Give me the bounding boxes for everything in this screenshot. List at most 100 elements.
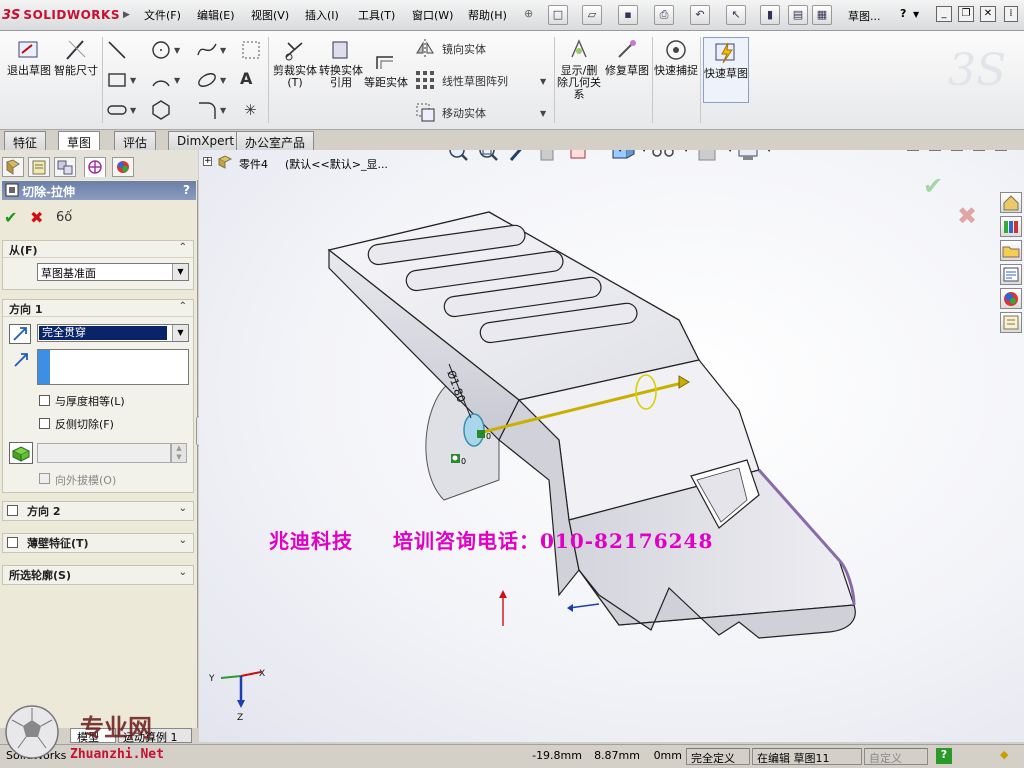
dropdown-arrow-icon[interactable]: ▼ — [172, 264, 188, 280]
graphics-area[interactable]: + 零件4 (默认<<默认>_显... ▼ ▼ ▼ ▼ ▼ ▯ ▭ _ ❐ ✕ … — [199, 150, 1024, 742]
spline-icon[interactable] — [196, 39, 218, 61]
menu-pin-icon[interactable]: ⊕ — [524, 7, 533, 20]
menu-tools[interactable]: 工具(T) — [358, 7, 395, 23]
collapse-chevron-icon[interactable]: ⌃ — [179, 242, 187, 253]
close-button[interactable]: ✕ — [980, 6, 996, 22]
display-manager-tab-icon[interactable] — [112, 157, 134, 177]
display-delete-relations-button[interactable]: 显示/删除几何关系 — [556, 37, 602, 101]
expand-chevron-icon[interactable]: ⌄ — [179, 503, 187, 514]
text-tool-icon[interactable]: A — [240, 69, 252, 88]
rebuild-icon[interactable]: ▮ — [760, 5, 780, 25]
trim-entities-button[interactable]: 剪裁实体(T) — [272, 37, 318, 89]
help-question-icon[interactable]: ? — [900, 7, 906, 20]
polygon-icon[interactable] — [150, 99, 172, 121]
move-entities-label[interactable]: 移动实体 — [442, 105, 486, 121]
ellipse-icon[interactable] — [196, 69, 218, 91]
arc-icon[interactable] — [150, 69, 172, 91]
help-dropdown-icon[interactable]: ▼ — [913, 10, 919, 19]
status-custom[interactable]: 自定义 — [864, 748, 928, 765]
convert-entities-button[interactable]: 转换实体引用 — [318, 37, 364, 89]
repair-sketch-button[interactable]: 修复草图 — [604, 37, 650, 77]
preview-glasses-icon[interactable]: 6ố — [56, 210, 72, 225]
expand-chevron-icon[interactable]: ⌄ — [179, 567, 187, 578]
move-entities-icon[interactable] — [414, 101, 436, 123]
feature-manager-tab-icon[interactable] — [2, 157, 24, 177]
status-help-icon[interactable]: ? — [936, 748, 952, 764]
restore-button[interactable]: ❐ — [958, 6, 974, 22]
ok-checkmark-icon[interactable]: ✔ — [4, 208, 17, 227]
offset-entities-button[interactable]: 等距实体 — [364, 49, 408, 89]
minimize-button[interactable]: _ — [936, 6, 952, 22]
status-tag-icon[interactable]: ◆ — [1000, 748, 1018, 765]
print-icon[interactable]: ⎙ — [654, 5, 674, 25]
collapse-chevron-icon[interactable]: ⌃ — [179, 301, 187, 312]
save-icon[interactable]: ▪ — [618, 5, 638, 25]
linear-pattern-icon[interactable] — [414, 69, 436, 91]
slot-dropdown-icon[interactable]: ▼ — [130, 106, 136, 115]
reverse-direction-button[interactable] — [9, 324, 31, 344]
exit-sketch-button[interactable]: 退出草图 — [6, 37, 52, 77]
menu-view[interactable]: 视图(V) — [251, 7, 289, 23]
tab-evaluate[interactable]: 评估 — [114, 131, 157, 150]
dropdown-arrow-icon[interactable]: ▼ — [172, 325, 188, 341]
tab-sketch[interactable]: 草图 — [58, 131, 101, 151]
move-dropdown-icon[interactable]: ▼ — [540, 109, 546, 118]
slot-icon[interactable] — [106, 99, 128, 121]
tab-office-products[interactable]: 办公室产品 — [236, 131, 315, 150]
tab-dimxpert[interactable]: DimXpert — [168, 131, 244, 150]
fillet-icon[interactable] — [196, 99, 218, 121]
point-icon[interactable]: ✳ — [244, 101, 257, 119]
view-palette-icon[interactable] — [1000, 264, 1022, 285]
from-select[interactable]: 草图基准面 ▼ — [37, 263, 189, 281]
draft-outward-checkbox[interactable] — [39, 473, 50, 484]
circle-dropdown-icon[interactable]: ▼ — [174, 46, 180, 55]
pattern-dropdown-icon[interactable]: ▼ — [540, 77, 546, 86]
cancel-x-icon[interactable]: ✖ — [30, 208, 43, 227]
line-icon[interactable] — [106, 39, 128, 61]
thin-feature-checkbox[interactable] — [7, 537, 18, 548]
rapid-sketch-button[interactable]: 快速草图 — [703, 37, 749, 103]
file-properties-icon[interactable]: ▤ — [788, 5, 808, 25]
window-menu-icon[interactable]: ⁞ — [1004, 6, 1018, 22]
tab-features[interactable]: 特征 — [4, 131, 47, 150]
menu-window[interactable]: 窗口(W) — [412, 7, 453, 23]
quick-snaps-button[interactable]: 快速捕捉 — [654, 37, 698, 77]
file-explorer-icon[interactable] — [1000, 240, 1022, 261]
mirror-icon[interactable] — [414, 37, 436, 59]
part-model[interactable]: Ø1.80 0 0 — [199, 150, 1024, 742]
undo-icon[interactable]: ↶ — [690, 5, 710, 25]
select-icon[interactable]: ↖ — [726, 5, 746, 25]
direction2-header[interactable]: 方向 2 ⌄ — [3, 502, 193, 519]
draft-button[interactable] — [9, 442, 33, 464]
selected-contours-header[interactable]: 所选轮廓(S) ⌄ — [3, 566, 193, 583]
direction-reference-list[interactable] — [37, 349, 189, 385]
linear-pattern-label[interactable]: 线性草图阵列 — [442, 73, 508, 89]
thin-feature-header[interactable]: 薄壁特征(T) ⌄ — [3, 534, 193, 551]
circle-icon[interactable] — [150, 39, 172, 61]
draft-angle-spinner[interactable]: ▲ ▼ — [171, 443, 187, 463]
fillet-dropdown-icon[interactable]: ▼ — [220, 106, 226, 115]
from-header[interactable]: 从(F) ⌃ — [3, 241, 193, 258]
direction2-checkbox[interactable] — [7, 505, 18, 516]
solidworks-logo[interactable]: 3S SOLIDWORKS ▶ — [2, 3, 130, 27]
end-condition-select[interactable]: 完全贯穿 ▼ — [37, 324, 189, 342]
draft-angle-input[interactable] — [37, 443, 171, 463]
help-icon[interactable]: ? — [183, 183, 190, 197]
menu-insert[interactable]: 插入(I) — [305, 7, 339, 23]
menu-edit[interactable]: 编辑(E) — [197, 7, 235, 23]
equal-thickness-checkbox[interactable] — [39, 395, 50, 406]
flip-side-checkbox[interactable] — [39, 418, 50, 429]
property-manager-tab-icon[interactable] — [28, 157, 50, 177]
menu-help[interactable]: 帮助(H) — [468, 7, 507, 23]
solidworks-resources-icon[interactable] — [1000, 192, 1022, 213]
open-document-icon[interactable]: ▱ — [582, 5, 602, 25]
mirror-label[interactable]: 镜向实体 — [442, 41, 486, 57]
arc-dropdown-icon[interactable]: ▼ — [174, 76, 180, 85]
rectangle-dropdown-icon[interactable]: ▼ — [130, 76, 136, 85]
new-document-icon[interactable]: □ — [548, 5, 568, 25]
menu-file[interactable]: 文件(F) — [144, 7, 181, 23]
smart-dimension-button[interactable]: 智能尺寸 — [52, 37, 100, 77]
design-library-icon[interactable] — [1000, 216, 1022, 237]
spline-dropdown-icon[interactable]: ▼ — [220, 46, 226, 55]
direction1-header[interactable]: 方向 1 ⌃ — [3, 300, 193, 317]
